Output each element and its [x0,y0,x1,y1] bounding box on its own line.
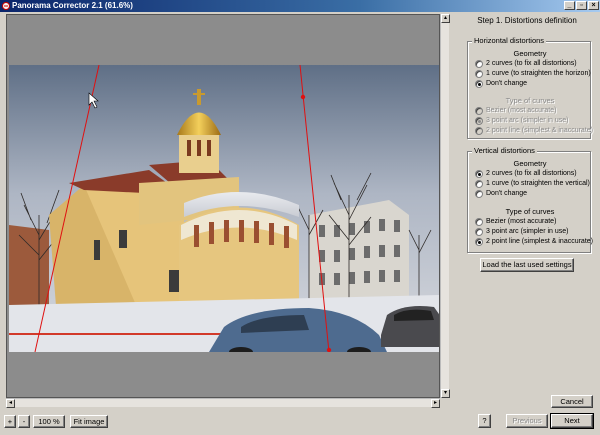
next-button[interactable]: Next [550,413,594,429]
scroll-right-icon[interactable]: ▸ [431,399,440,408]
panorama-photo[interactable] [9,65,440,352]
horizontal-geometry-label: Geometry [513,49,547,58]
app-icon [2,2,10,10]
radio-checked-icon[interactable] [475,170,483,178]
horizontal-scrollbar[interactable]: ◂ ▸ [6,398,440,408]
radio-icon[interactable] [475,60,483,68]
radio-label: 2 point line (simplest & inaccurate) [486,238,593,245]
vertical-scrollbar[interactable]: ▴ ▾ [440,14,450,398]
radio-icon[interactable] [475,127,483,135]
background-building-right [309,200,409,305]
horizontal-group-title: Horizontal distortions [472,36,547,45]
maximize-icon: ▫ [580,2,583,9]
vertical-geometry-label: Geometry [513,159,547,168]
radio-icon[interactable] [475,70,483,78]
radio-label: 3 point arc (simpler in use) [486,117,569,124]
step-title: Step 1. Distortions definition [477,16,577,25]
scroll-corner [440,398,449,407]
radio-label: 2 point line (simplest & inaccurate) [486,127,593,134]
load-last-settings-button[interactable]: Load the last used settings [480,258,574,272]
radio-checked-icon[interactable] [475,238,483,246]
radio-label: 3 point arc (simpler in use) [486,228,569,235]
radio-label: Don't change [486,190,528,197]
scroll-left-icon[interactable]: ◂ [6,399,15,408]
radio-label: Bezier (most accurate) [486,107,557,114]
radio-icon[interactable] [475,180,483,188]
close-icon: × [591,2,596,9]
radio-icon[interactable] [475,228,483,236]
previous-button[interactable]: Previous [506,414,548,428]
radio-label: 1 curve (to straighten the vertical) [486,180,590,187]
maximize-button[interactable]: ▫ [576,1,587,10]
background-building-left [9,225,49,305]
radio-label: Don't change [486,80,528,87]
close-button[interactable]: × [588,1,599,10]
radio-icon[interactable] [475,190,483,198]
radio-checked-icon[interactable] [475,80,483,88]
zoom-out-button[interactable]: - [18,415,30,428]
radio-icon[interactable] [475,218,483,226]
radio-label: 2 curves (to fix all distortions) [486,170,577,177]
image-viewport[interactable] [6,14,440,398]
radio-label: Bezier (most accurate) [486,218,557,225]
title-bar: Panorama Corrector 2.1 (61.6%) _ ▫ × [0,0,600,12]
window-title: Panorama Corrector 2.1 (61.6%) [12,1,133,10]
radio-checked-icon[interactable] [475,117,483,125]
cancel-button[interactable]: Cancel [551,395,593,408]
zoom-in-button[interactable]: + [4,415,16,428]
minimize-icon: _ [567,2,572,9]
radio-icon[interactable] [475,107,483,115]
fit-image-button[interactable]: Fit image [70,415,108,428]
vertical-group-title: Vertical distortions [472,146,537,155]
guide-handle-top[interactable] [300,94,306,100]
vertical-curves-label: Type of curves [505,207,555,216]
minimize-button[interactable]: _ [564,1,575,10]
scroll-up-icon[interactable]: ▴ [441,14,450,23]
guide-handle-bottom[interactable] [326,347,332,352]
vertical-distortions-group: Vertical distortions Geometry 2 curves (… [467,146,593,253]
zoom-level-button[interactable]: 100 % [33,415,65,428]
radio-label: 2 curves (to fix all distortions) [486,60,577,67]
help-button[interactable]: ? [478,414,491,428]
radio-label: 1 curve (to straighten the horizon) [486,70,591,77]
scroll-down-icon[interactable]: ▾ [441,389,450,398]
horizontal-distortions-group: Horizontal distortions Geometry 2 curves… [467,36,593,139]
horizontal-curves-label: Type of curves [505,96,555,105]
barrier-tape [9,333,239,335]
